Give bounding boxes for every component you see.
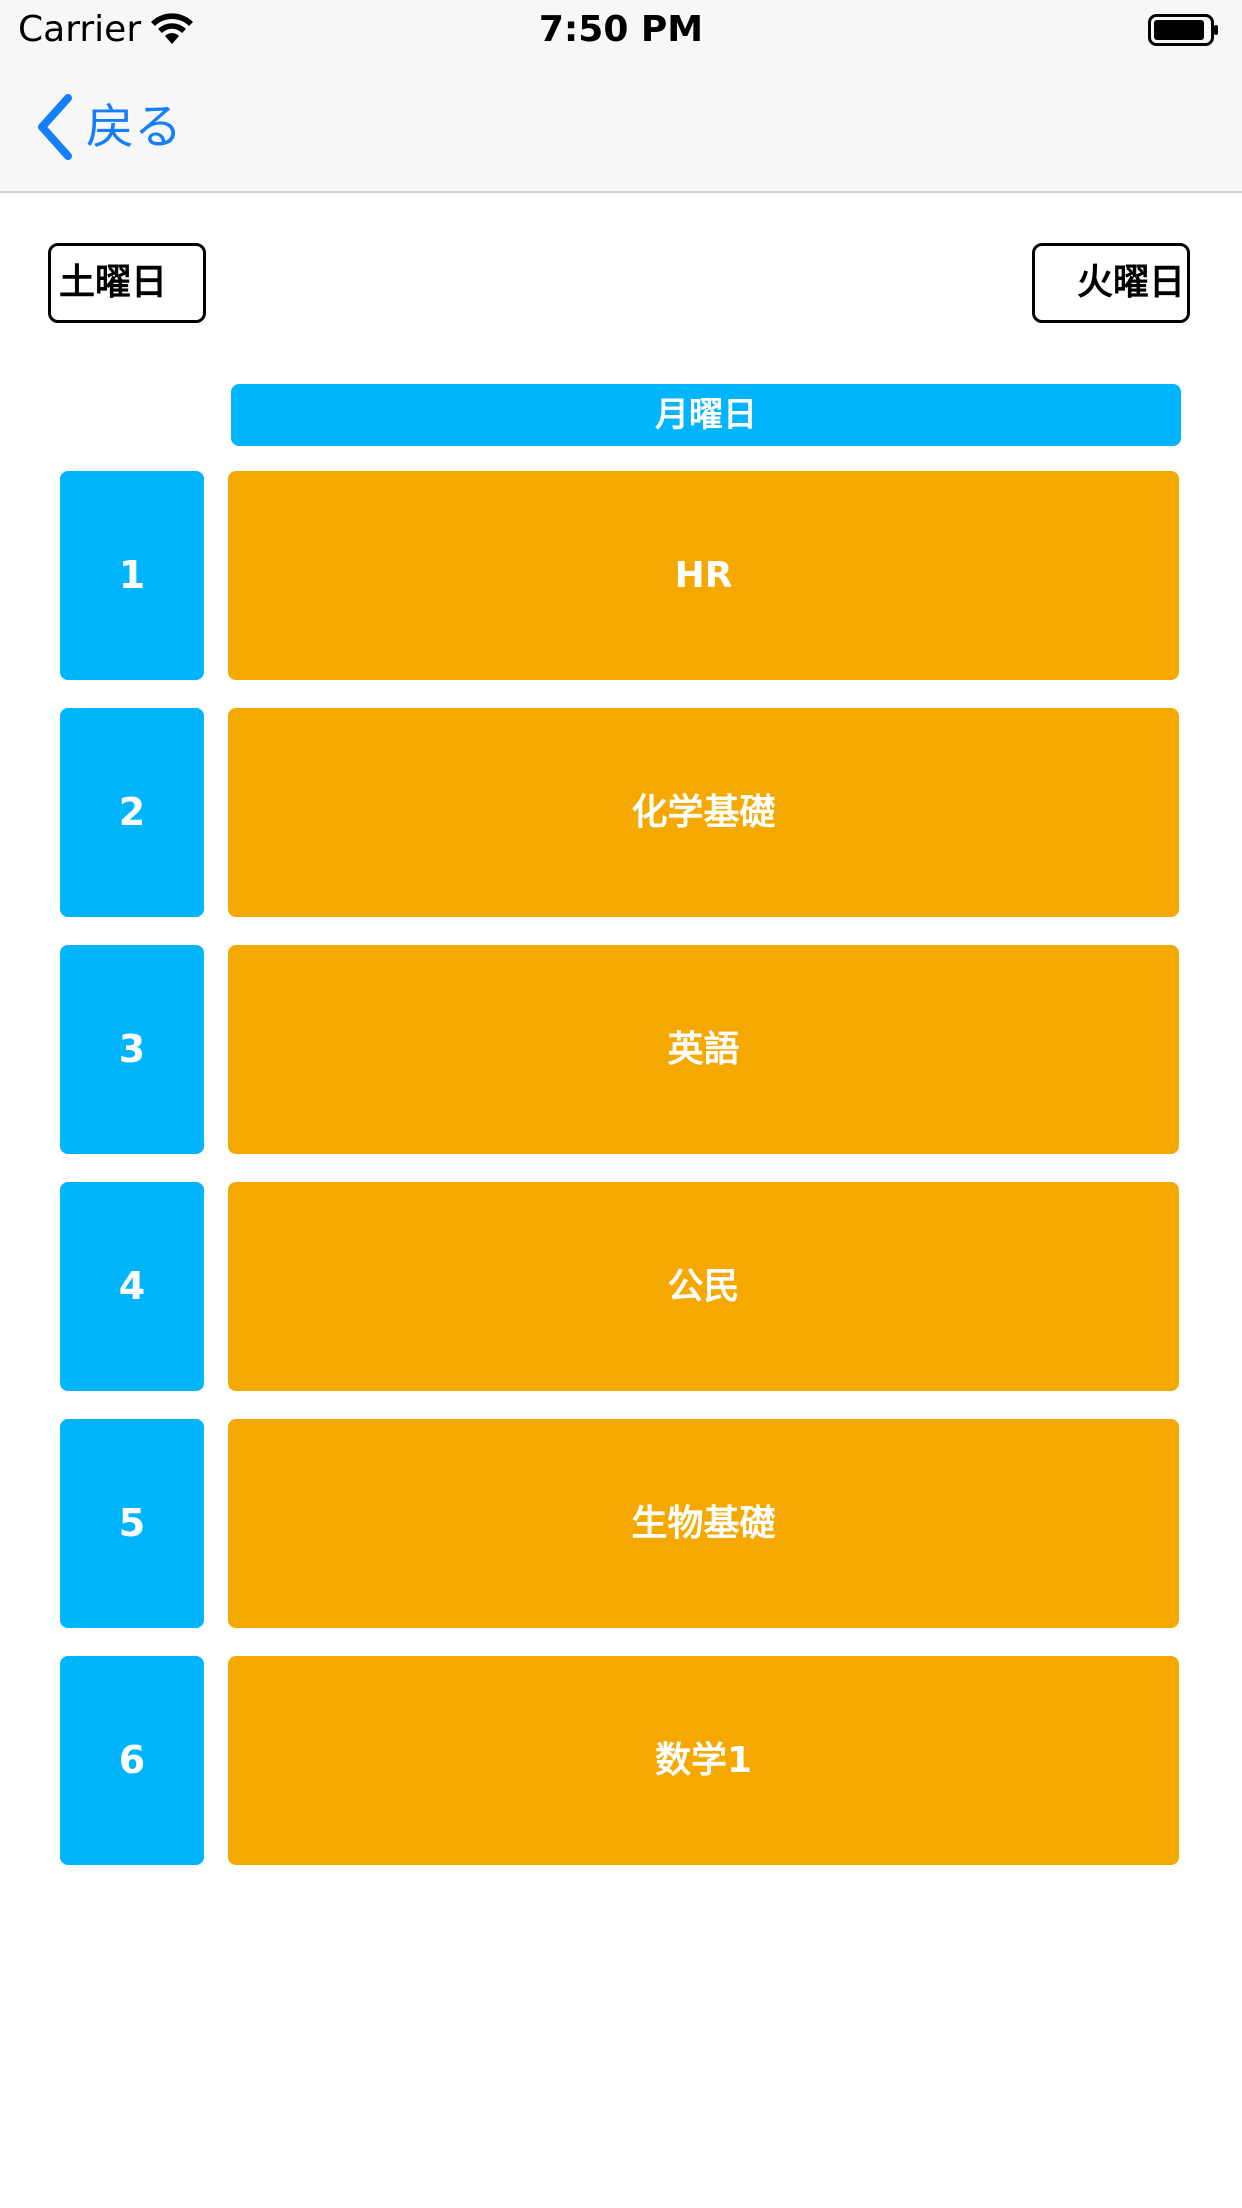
period-number: 5: [60, 1419, 204, 1628]
subject-cell[interactable]: 英語: [228, 945, 1179, 1154]
timetable-row: 6 数学1: [60, 1656, 1180, 1865]
timetable-row: 4 公民: [60, 1182, 1180, 1391]
back-button[interactable]: 戻る: [34, 92, 182, 162]
timetable-row: 3 英語: [60, 945, 1180, 1154]
period-number: 1: [60, 471, 204, 680]
subject-cell[interactable]: 公民: [228, 1182, 1179, 1391]
period-number: 4: [60, 1182, 204, 1391]
navigation-bar: 戻る: [0, 60, 1242, 193]
back-label: 戻る: [86, 99, 183, 155]
timetable-row: 5 生物基礎: [60, 1419, 1180, 1628]
subject-cell[interactable]: 化学基礎: [228, 708, 1179, 917]
timetable-row: 2 化学基礎: [60, 708, 1180, 917]
chevron-left-icon: [38, 94, 72, 160]
timetable-row: 1 HR: [60, 471, 1180, 680]
period-number: 6: [60, 1656, 204, 1865]
previous-day-button[interactable]: 土曜日: [48, 243, 206, 323]
subject-cell[interactable]: 数学1: [228, 1656, 1179, 1865]
subject-cell[interactable]: 生物基礎: [228, 1419, 1179, 1628]
subject-cell[interactable]: HR: [228, 471, 1179, 680]
status-bar: Carrier 7:50 PM: [0, 0, 1242, 60]
period-number: 2: [60, 708, 204, 917]
battery-icon: [1148, 14, 1218, 46]
status-time: 7:50 PM: [538, 9, 704, 50]
period-number: 3: [60, 945, 204, 1154]
current-day-header: 月曜日: [231, 384, 1181, 446]
next-day-button[interactable]: 火曜日: [1032, 243, 1190, 323]
